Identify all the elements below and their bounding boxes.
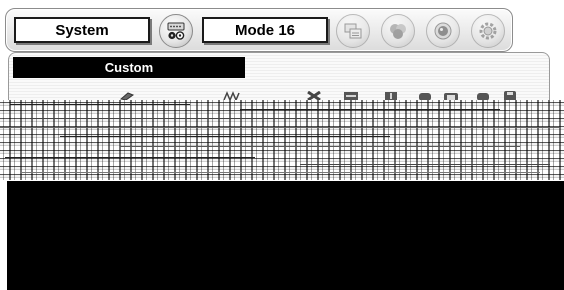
system-menu-button[interactable]: System [14, 17, 150, 43]
mode-display[interactable]: Mode 16 [202, 17, 328, 43]
input-connector-icon [165, 21, 187, 41]
image-color-icon [387, 21, 409, 41]
setting-button[interactable] [471, 14, 505, 48]
setting-gear-icon [477, 21, 499, 41]
blank-display-area [7, 181, 564, 290]
left-edge-strip [0, 181, 7, 290]
pc-adjust-icon [342, 21, 364, 41]
system-label: System [55, 21, 109, 39]
main-menu-bar: System Mode 16 [5, 8, 513, 52]
pc-adjust-button[interactable] [336, 14, 370, 48]
custom-mode-item[interactable]: Custom [13, 57, 245, 78]
input-menu-button[interactable] [159, 14, 193, 48]
custom-label: Custom [104, 60, 154, 75]
custom-submenu-panel: Custom [8, 52, 550, 103]
image-adjust-button[interactable] [381, 14, 415, 48]
signal-noise-area [0, 100, 564, 180]
screen-lens-icon [432, 21, 454, 41]
mode-label: Mode 16 [234, 21, 295, 39]
screen-button[interactable] [426, 14, 460, 48]
